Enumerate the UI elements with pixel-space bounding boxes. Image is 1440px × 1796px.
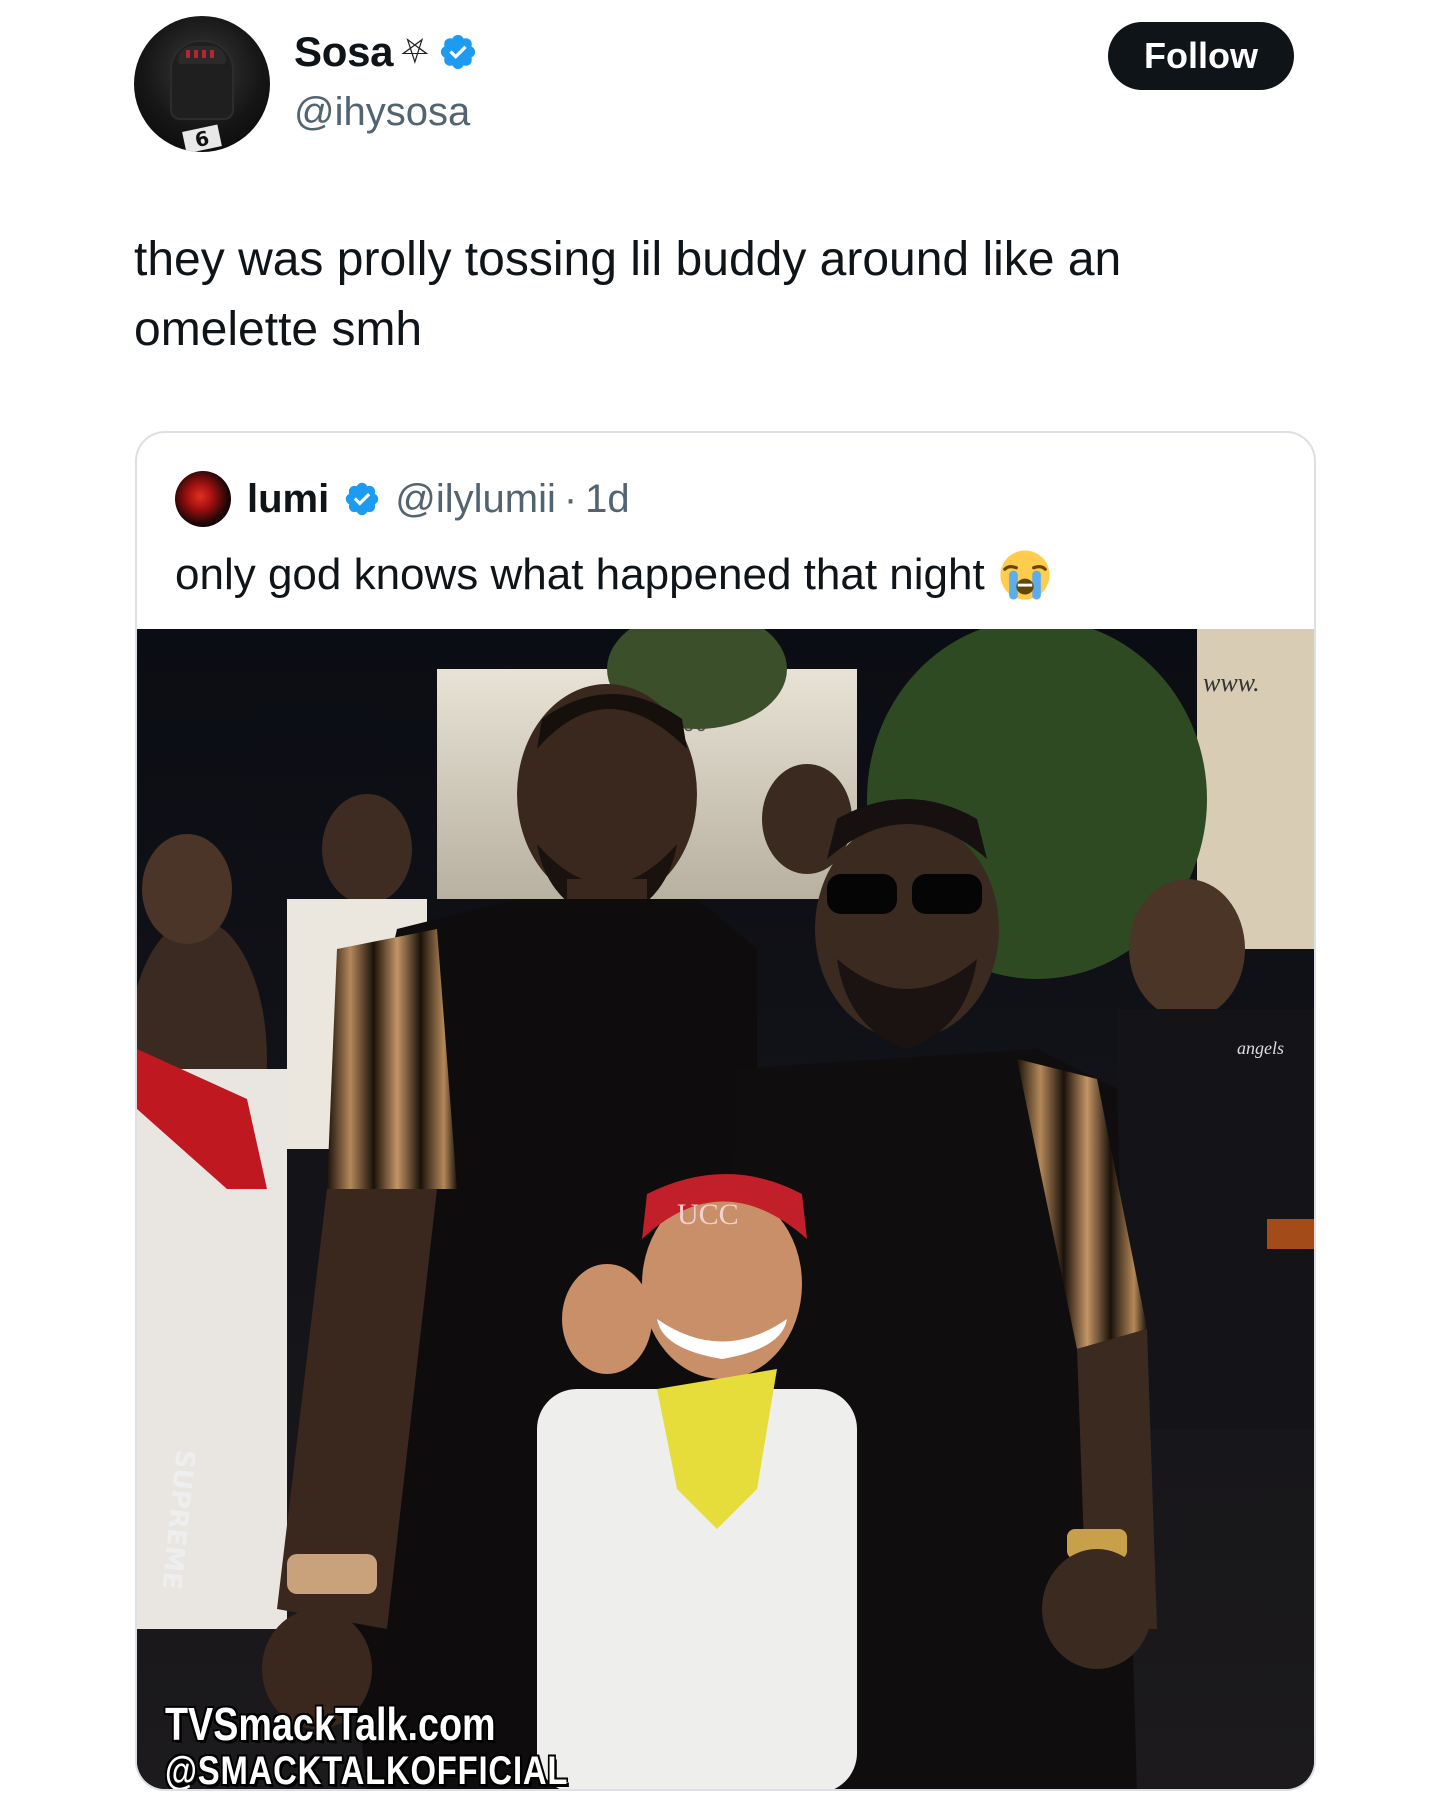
watermark-handle: @SMACKTALKOFFICIAL (165, 1749, 569, 1791)
name-symbol: ⛧ (401, 32, 429, 71)
author-display-name[interactable]: Sosa (294, 28, 393, 76)
meta-separator: · (563, 476, 578, 521)
quoted-tweet-header: lumi @ilylumii · 1d (175, 471, 630, 527)
tweet-post: 6 Sosa ⛧ @ihysosa Follow they was prolly… (0, 0, 1440, 1796)
quoted-author-handle[interactable]: @ilylumii (395, 477, 556, 522)
loudly-crying-face-icon (1000, 550, 1050, 600)
verified-badge-icon (346, 482, 379, 516)
quoted-tweet-text: only god knows what happened that night (175, 550, 985, 599)
quoted-tweet-time[interactable]: 1d (585, 477, 630, 522)
photo-watermark: TVSmackTalk.com @SMACKTALKOFFICIAL (165, 1698, 569, 1791)
photo-trailer-sign: www. (1203, 668, 1260, 697)
verified-badge-icon (441, 34, 476, 70)
author-avatar[interactable]: 6 (134, 16, 270, 152)
quoted-tweet-card[interactable]: lumi @ilylumii · 1d only god knows what … (135, 431, 1316, 1791)
quoted-author-name[interactable]: lumi (247, 477, 329, 522)
avatar-jersey-number: 6 (182, 124, 222, 152)
watermark-site: TVSmackTalk.com (165, 1698, 496, 1750)
author-handle[interactable]: @ihysosa (294, 90, 470, 135)
photo-headband-text: UCC (677, 1198, 739, 1231)
author-name-row[interactable]: Sosa ⛧ (294, 28, 478, 76)
photo-illustration: www. 60 angels SUPREME (137, 629, 1314, 1789)
attached-photo[interactable]: www. 60 angels SUPREME (137, 629, 1314, 1791)
photo-jacket-text: angels (1237, 1038, 1284, 1058)
follow-button[interactable]: Follow (1108, 22, 1294, 90)
avatar-cap-pattern (186, 50, 216, 58)
quoted-tweet-text-row: only god knows what happened that night (175, 543, 1051, 607)
tweet-text: they was prolly tossing lil buddy around… (134, 233, 1122, 356)
quoted-author-avatar[interactable] (175, 471, 231, 527)
